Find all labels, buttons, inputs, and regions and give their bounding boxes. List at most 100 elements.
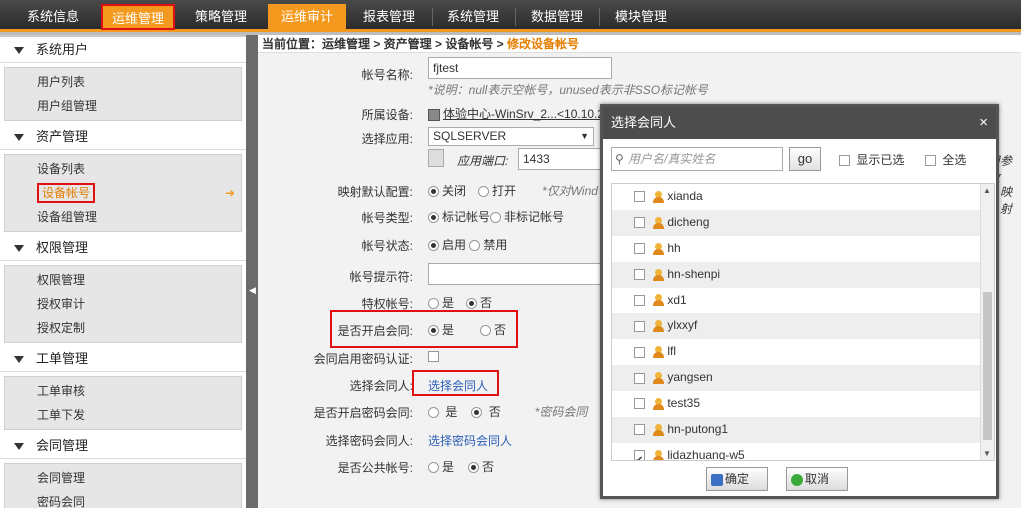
go-button[interactable]: go — [789, 147, 821, 171]
tab-separator — [432, 8, 433, 26]
user-list-item[interactable]: xianda — [612, 184, 994, 210]
user-icon — [652, 320, 665, 333]
user-list-item[interactable]: yangsen — [612, 365, 994, 392]
user-checkbox[interactable] — [634, 372, 645, 384]
scroll-up-icon[interactable]: ▲ — [983, 186, 991, 195]
sidebar-item-ticket-dispatch[interactable]: 工单下发 — [5, 403, 241, 427]
tab-ops-audit[interactable]: 运维审计 — [268, 4, 346, 30]
select-pwd-cosigner-link[interactable]: 选择密码会同人 — [428, 432, 512, 449]
sidebar-item-device-account[interactable]: 设备帐号 ➜ — [5, 181, 241, 205]
confirm-button[interactable]: 确定 — [706, 467, 768, 491]
sidebar-item-user-list[interactable]: 用户列表 — [5, 70, 241, 94]
user-name: xianda — [667, 189, 703, 203]
status-disabled-radio[interactable]: 禁用 — [469, 238, 507, 252]
tab-system-management[interactable]: 系统管理 — [436, 4, 510, 30]
sidebar-item-device-group[interactable]: 设备组管理 — [5, 205, 241, 229]
section-body: 工单审核 工单下发 — [4, 376, 242, 430]
dialog-title-bar[interactable]: 选择会同人 × — [603, 107, 996, 139]
cosign-pwd-auth-checkbox[interactable] — [428, 351, 439, 363]
pwd-cosign-yes-radio[interactable]: 是 — [428, 405, 457, 419]
user-checkbox[interactable] — [634, 424, 645, 436]
section-header[interactable]: 权限管理 — [0, 235, 246, 261]
user-list-item[interactable]: hn-shenpi — [612, 261, 994, 288]
tab-separator — [599, 8, 600, 26]
user-checkbox[interactable] — [634, 217, 645, 229]
sidebar-splitter[interactable]: ◀ — [246, 35, 258, 508]
public-no-radio[interactable]: 否 — [468, 460, 494, 474]
user-list-item[interactable]: hh — [612, 236, 994, 262]
power-icon — [791, 473, 803, 486]
pwd-cosign-no-radio[interactable]: 否 — [471, 405, 501, 419]
sidebar-item-ticket-review[interactable]: 工单审核 — [5, 379, 241, 403]
sidebar-item-auth-custom[interactable]: 授权定制 — [5, 316, 241, 340]
cancel-button[interactable]: 取消 — [786, 467, 848, 491]
port-settings-icon[interactable] — [428, 149, 444, 167]
user-list-scrollbar[interactable]: ▲ ▼ — [980, 184, 994, 460]
sidebar-item-permission[interactable]: 权限管理 — [5, 268, 241, 292]
account-name-input[interactable]: fjtest — [428, 57, 612, 79]
select-cosigner-link[interactable]: 选择会同人 — [428, 377, 488, 394]
user-search-input[interactable]: ⚲ 用户名/真实姓名 — [611, 147, 783, 171]
scroll-down-icon[interactable]: ▼ — [983, 449, 991, 458]
tab-data-management[interactable]: 数据管理 — [520, 4, 594, 30]
scrollbar-thumb[interactable] — [983, 292, 992, 440]
cosign-yes-radio[interactable]: 是 — [428, 323, 454, 337]
type-tagged-radio[interactable]: 标记帐号 — [428, 210, 490, 224]
section-title: 会同管理 — [36, 438, 89, 453]
app-select[interactable]: SQLSERVER ▼ — [428, 127, 594, 146]
user-list-item[interactable]: ylxxyf — [612, 313, 994, 340]
sidebar-item-user-group[interactable]: 用户组管理 — [5, 94, 241, 118]
section-header[interactable]: 会同管理 — [0, 433, 246, 459]
user-list-item[interactable]: xd1 — [612, 288, 994, 314]
sidebar-item-cosign[interactable]: 会同管理 — [5, 466, 241, 490]
tab-system-info[interactable]: 系统信息 — [14, 4, 92, 30]
sidebar-item-device-list[interactable]: 设备列表 — [5, 157, 241, 181]
user-checkbox[interactable] — [634, 346, 645, 358]
user-name: xd1 — [667, 292, 687, 307]
section-header[interactable]: 系统用户 — [0, 37, 246, 63]
tab-report-management[interactable]: 报表管理 — [352, 4, 426, 30]
user-list-item[interactable]: dicheng — [612, 209, 994, 236]
app-label: 选择应用: — [361, 132, 413, 146]
user-checkbox[interactable] — [634, 243, 645, 255]
collapse-left-icon[interactable]: ◀ — [249, 285, 256, 296]
user-list-item[interactable]: lidazhuang-w5 — [612, 443, 994, 460]
priv-yes-radio[interactable]: 是 — [428, 296, 454, 310]
user-name: ylxxyf — [667, 318, 698, 333]
map-off-radio[interactable]: 关闭 — [428, 184, 466, 198]
status-enabled-radio[interactable]: 启用 — [428, 238, 466, 252]
user-checkbox[interactable] — [634, 269, 645, 280]
section-header[interactable]: 资产管理 — [0, 124, 246, 150]
public-yes-radio[interactable]: 是 — [428, 460, 454, 474]
user-icon — [652, 346, 665, 359]
user-name: lfl — [667, 344, 677, 359]
tab-policy-management[interactable]: 策略管理 — [184, 4, 258, 30]
pwd-cosign-label: 是否开启密码会同: — [313, 406, 413, 420]
tab-module-management[interactable]: 模块管理 — [604, 4, 678, 30]
section-body: 权限管理 授权审计 授权定制 — [4, 265, 242, 343]
user-checkbox[interactable] — [634, 398, 645, 410]
sidebar-item-password-cosign[interactable]: 密码会同 — [5, 490, 241, 508]
user-checkbox[interactable] — [634, 191, 645, 203]
section-header[interactable]: 工单管理 — [0, 346, 246, 372]
tab-ops-management[interactable]: 运维管理 — [101, 4, 175, 30]
map-on-radio[interactable]: 打开 — [478, 184, 516, 198]
show-selected-checkbox[interactable]: 显示已选 — [839, 151, 904, 168]
user-list-item[interactable]: hn-putong1 — [612, 417, 994, 443]
close-icon[interactable]: × — [979, 107, 988, 139]
user-checkbox[interactable] — [634, 448, 645, 460]
user-checkbox[interactable] — [634, 320, 645, 332]
user-list-item[interactable]: lfl — [612, 339, 994, 365]
select-all-checkbox[interactable]: 全选 — [925, 151, 966, 168]
priv-no-radio[interactable]: 否 — [466, 296, 492, 310]
user-icon — [652, 190, 665, 203]
type-untagged-radio[interactable]: 非标记帐号 — [490, 210, 564, 224]
user-checkbox[interactable] — [634, 294, 645, 306]
user-list-item[interactable]: test35 — [612, 391, 994, 417]
cosign-no-radio[interactable]: 否 — [480, 323, 506, 337]
port-input[interactable]: 1433 — [518, 148, 608, 170]
prompt-input[interactable] — [428, 263, 606, 285]
select-cosigner-dialog: 选择会同人 × ⚲ 用户名/真实姓名 go 显示已选 全选 xianda dich… — [600, 104, 999, 499]
sidebar-item-auth-audit[interactable]: 授权审计 — [5, 292, 241, 316]
account-status-label: 帐号状态: — [361, 239, 413, 253]
